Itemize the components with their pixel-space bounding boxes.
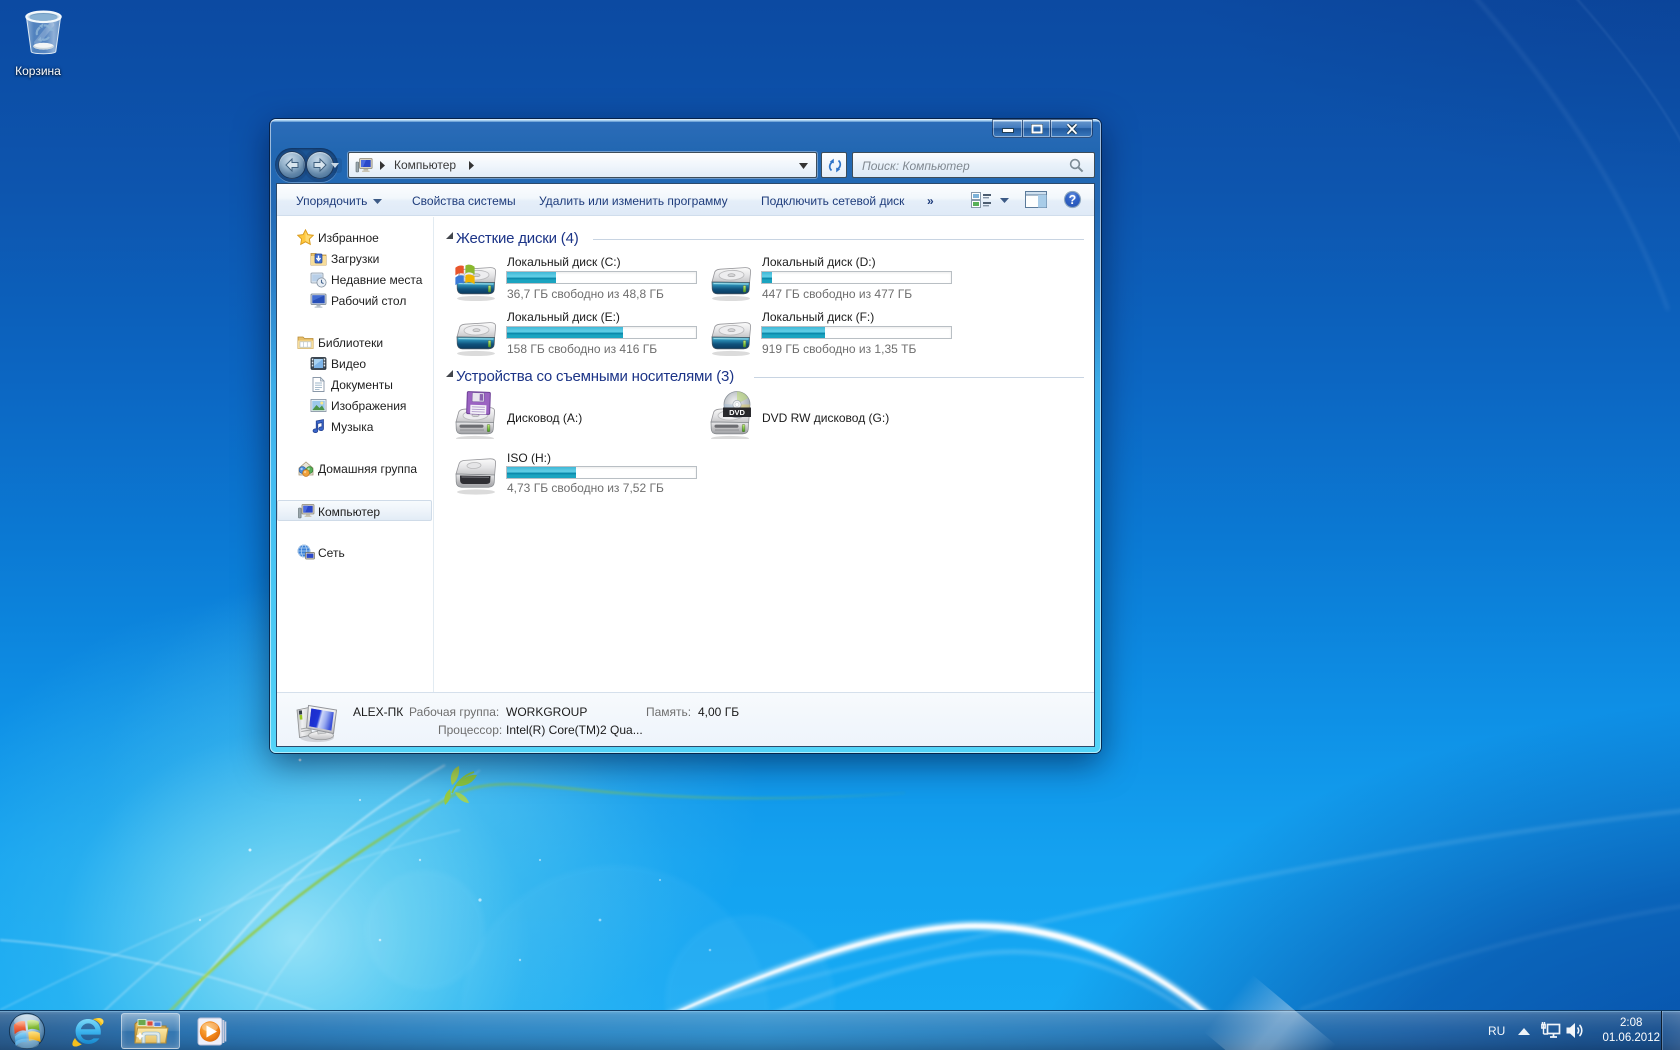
svg-text:DVD: DVD	[729, 408, 745, 417]
svg-text:?: ?	[1069, 193, 1077, 207]
